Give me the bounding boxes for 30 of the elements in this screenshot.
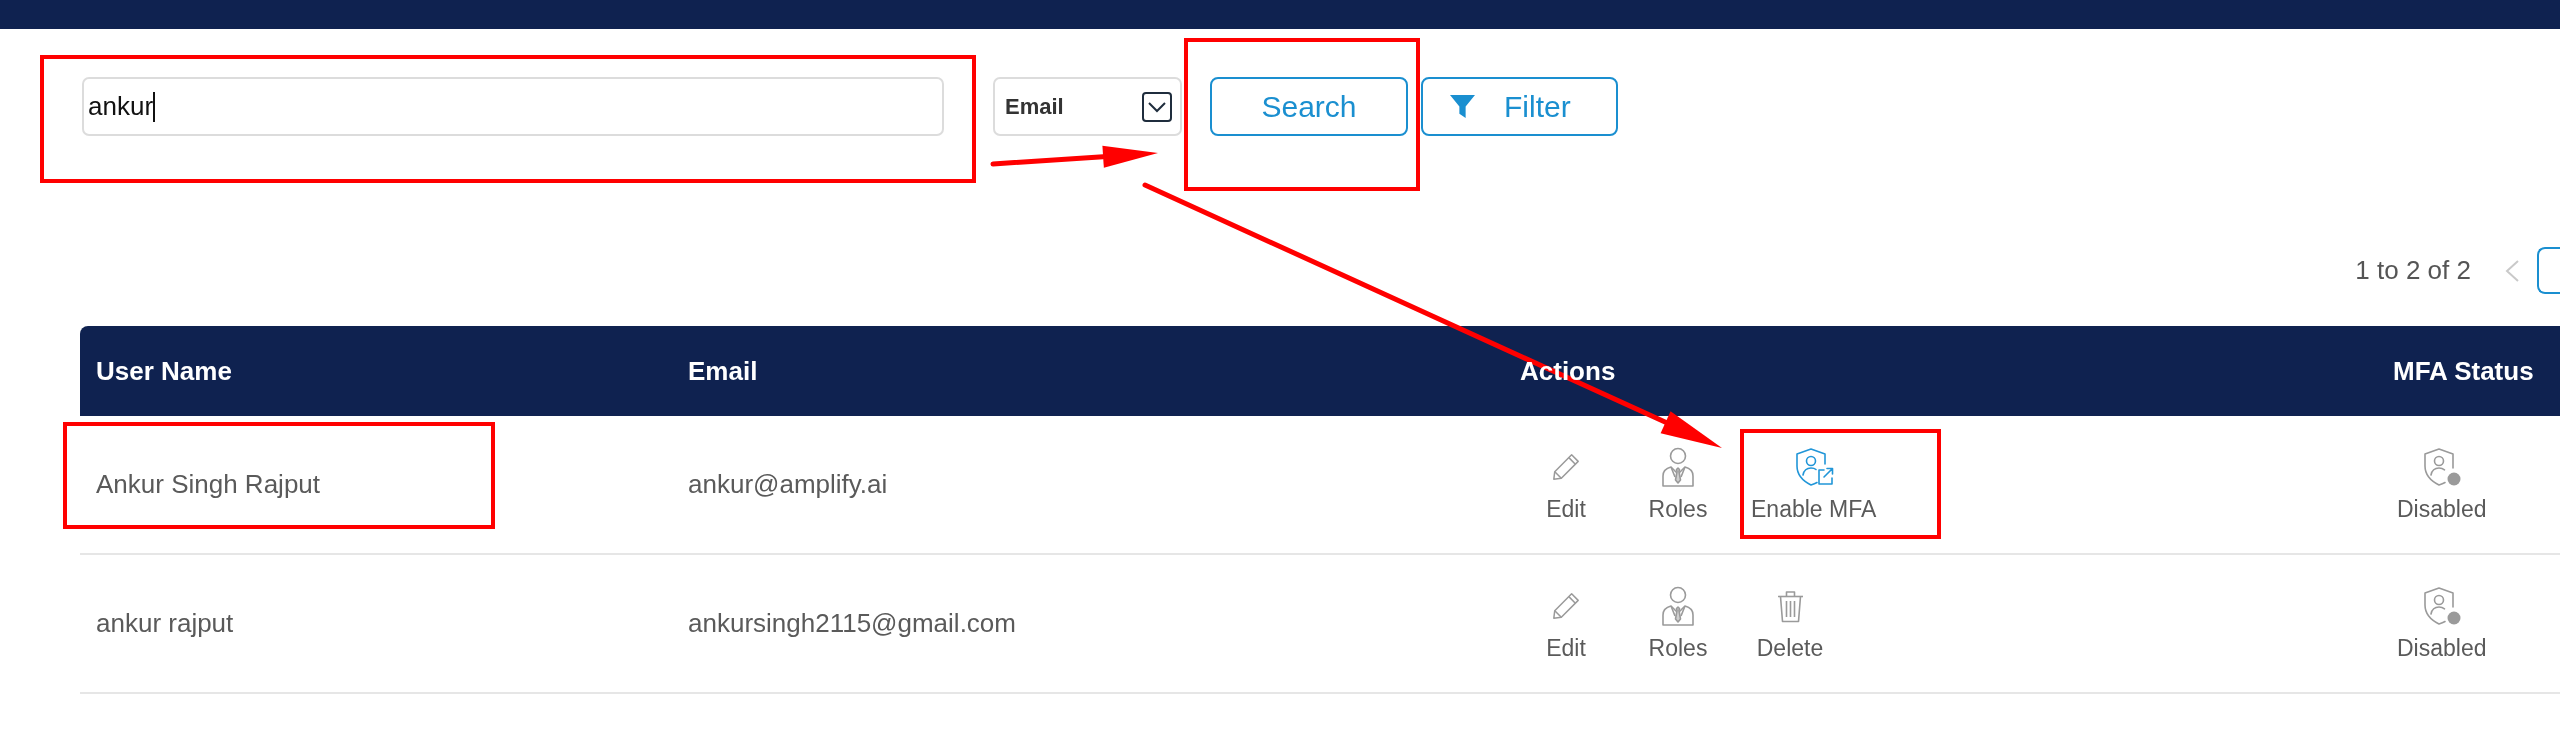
- search-by-dropdown[interactable]: Email: [993, 77, 1182, 136]
- enable-mfa-button[interactable]: Enable MFA: [1734, 447, 1894, 522]
- table-cell-text: ankursingh2115@gmail.com: [688, 607, 1016, 640]
- mfa-status-label: Disabled: [2397, 635, 2487, 661]
- table-cell-text: Ankur Singh Rajput: [96, 468, 321, 501]
- person-with-tie-icon: [1661, 447, 1695, 487]
- pencil-icon: [1551, 452, 1581, 482]
- table-cell-text: ankur rajput: [96, 607, 234, 640]
- dropdown-chevron-icon: [1142, 91, 1172, 122]
- delete-button[interactable]: Delete: [1734, 586, 1846, 661]
- roles-button[interactable]: Roles: [1622, 447, 1734, 522]
- filter-button[interactable]: Filter: [1421, 77, 1618, 136]
- funnel-icon: [1450, 94, 1475, 119]
- search-field[interactable]: ankur: [82, 77, 944, 136]
- pencil-icon: [1551, 591, 1581, 621]
- edit-button[interactable]: Edit: [1510, 447, 1622, 522]
- person-with-tie-icon: [1661, 586, 1695, 626]
- mfa-status-label: Disabled: [2397, 496, 2487, 522]
- edit-button[interactable]: Edit: [1510, 586, 1622, 661]
- shield-user-link-icon: [1793, 447, 1834, 487]
- trash-icon: [1776, 589, 1804, 623]
- search-button[interactable]: Search: [1210, 77, 1408, 136]
- pagination-range: 1 to 2 of 2: [2355, 254, 2471, 287]
- column-header: User Name: [96, 354, 232, 388]
- roles-button[interactable]: Roles: [1622, 586, 1734, 661]
- column-header: MFA Status: [2393, 354, 2534, 388]
- page-button[interactable]: [2537, 247, 2560, 294]
- table-cell-text: ankur@amplify.ai: [688, 468, 888, 501]
- column-header: Email: [688, 354, 758, 388]
- text-cursor: [153, 91, 156, 122]
